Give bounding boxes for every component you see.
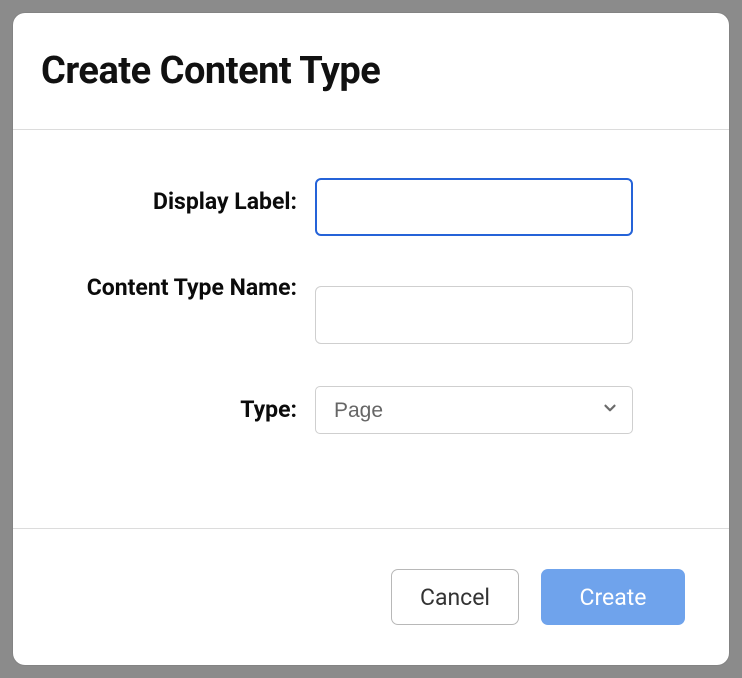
dialog-title: Create Content Type bbox=[41, 49, 701, 93]
content-type-name-control bbox=[315, 264, 633, 344]
form-row-display-label: Display Label: bbox=[49, 178, 693, 236]
content-type-name-label: Content Type Name: bbox=[49, 264, 297, 303]
create-content-type-dialog: Create Content Type Display Label: Conte… bbox=[13, 13, 729, 665]
create-button[interactable]: Create bbox=[541, 569, 685, 625]
dialog-body: Display Label: Content Type Name: Type: … bbox=[13, 130, 729, 528]
type-control: Page bbox=[315, 386, 633, 434]
type-select[interactable]: Page bbox=[315, 386, 633, 434]
content-type-name-input[interactable] bbox=[315, 286, 633, 344]
type-label: Type: bbox=[49, 386, 297, 425]
display-label-label: Display Label: bbox=[49, 178, 297, 217]
dialog-footer: Cancel Create bbox=[13, 528, 729, 665]
type-select-wrap: Page bbox=[315, 386, 633, 434]
display-label-input[interactable] bbox=[315, 178, 633, 236]
display-label-control bbox=[315, 178, 633, 236]
form-row-type: Type: Page bbox=[49, 386, 693, 434]
dialog-header: Create Content Type bbox=[13, 13, 729, 130]
cancel-button[interactable]: Cancel bbox=[391, 569, 519, 625]
form-row-content-type-name: Content Type Name: bbox=[49, 264, 693, 344]
